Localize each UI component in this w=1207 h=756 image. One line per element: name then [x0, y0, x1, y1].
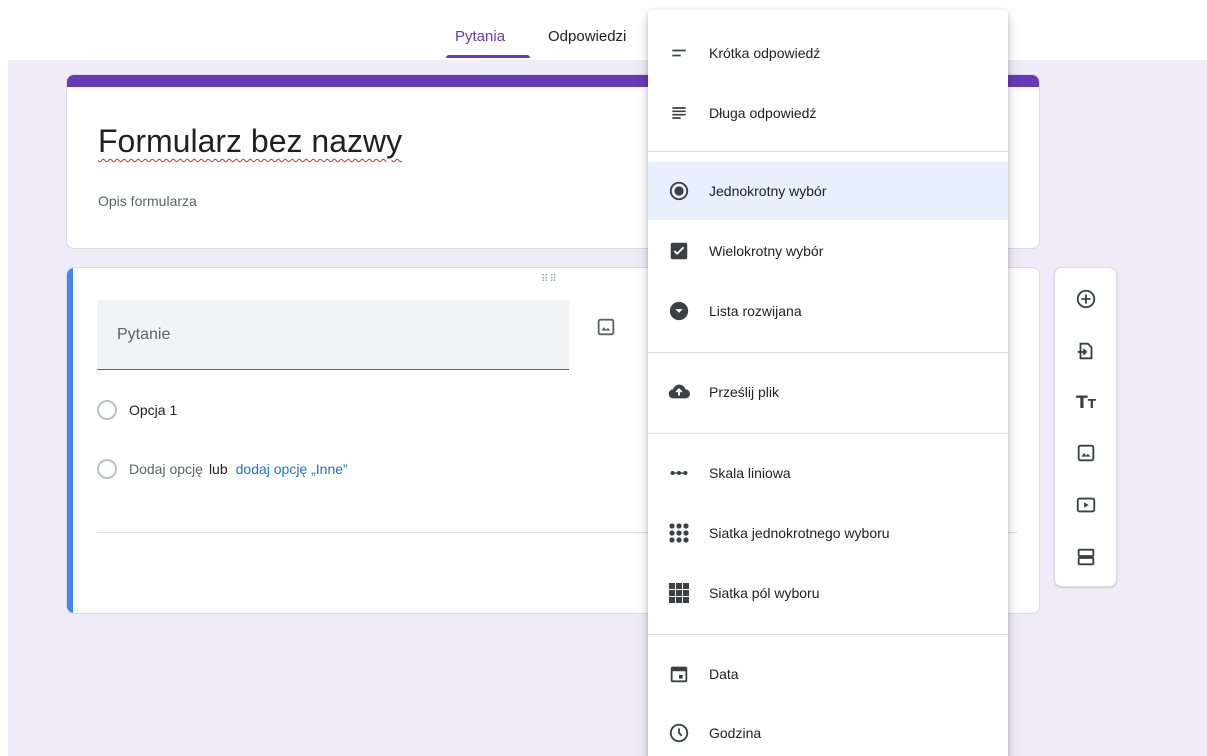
- menu-item-time[interactable]: Godzina: [648, 704, 1008, 756]
- menu-item-label: Data: [709, 666, 739, 682]
- menu-item-multiple-choice[interactable]: Jednokrotny wybór: [648, 162, 1008, 220]
- menu-item-label: Siatka pól wyboru: [709, 585, 820, 601]
- question-type-menu: Krótka odpowiedź Długa odpowiedź Jednokr…: [648, 10, 1008, 756]
- active-tab-indicator: [446, 55, 530, 58]
- add-option-link[interactable]: Dodaj opcję: [129, 461, 203, 477]
- add-section-icon[interactable]: [1074, 545, 1098, 569]
- menu-item-label: Wielokrotny wybór: [709, 243, 824, 259]
- menu-item-date[interactable]: Data: [648, 645, 1008, 703]
- menu-item-short-answer[interactable]: Krótka odpowiedź: [648, 24, 1008, 82]
- floating-toolbar: TT: [1054, 267, 1117, 587]
- active-question-stripe: [67, 268, 73, 613]
- grid-dots-icon: [667, 521, 691, 545]
- menu-item-paragraph[interactable]: Długa odpowiedź: [648, 84, 1008, 142]
- import-questions-icon[interactable]: [1074, 339, 1098, 363]
- form-description[interactable]: Opis formularza: [98, 193, 197, 209]
- paragraph-icon: [667, 101, 691, 125]
- linear-scale-icon: [667, 461, 691, 485]
- menu-divider: [648, 634, 1008, 635]
- menu-divider: [648, 433, 1008, 434]
- menu-item-label: Godzina: [709, 725, 762, 741]
- radio-icon: [97, 459, 117, 479]
- grid-squares-icon: [667, 581, 691, 605]
- menu-item-multiple-choice-grid[interactable]: Siatka jednokrotnego wyboru: [648, 504, 1008, 562]
- cloud-upload-icon: [667, 380, 691, 404]
- top-bar: Pytania Odpowiedzi: [0, 0, 1207, 60]
- radio-button-icon: [667, 179, 691, 203]
- menu-item-file-upload[interactable]: Prześlij plik: [648, 363, 1008, 421]
- menu-item-checkbox-grid[interactable]: Siatka pól wyboru: [648, 564, 1008, 622]
- option-label[interactable]: Opcja 1: [129, 402, 177, 418]
- menu-item-label: Lista rozwijana: [709, 303, 802, 319]
- menu-item-label: Długa odpowiedź: [709, 105, 817, 121]
- clock-icon: [667, 721, 691, 745]
- menu-item-label: Jednokrotny wybór: [709, 183, 827, 199]
- menu-item-checkboxes[interactable]: Wielokrotny wybór: [648, 222, 1008, 280]
- add-video-icon[interactable]: [1074, 493, 1098, 517]
- radio-icon: [97, 400, 117, 420]
- menu-item-label: Skala liniowa: [709, 465, 791, 481]
- menu-divider: [648, 352, 1008, 353]
- add-option-row: Dodaj opcję lub dodaj opcję „Inne”: [97, 459, 348, 479]
- add-question-icon[interactable]: [1074, 287, 1098, 311]
- add-image-icon[interactable]: [595, 316, 617, 338]
- menu-item-label: Prześlij plik: [709, 384, 780, 400]
- menu-item-label: Siatka jednokrotnego wyboru: [709, 525, 890, 541]
- dropdown-icon: [667, 299, 691, 323]
- question-input[interactable]: Pytanie: [97, 300, 569, 370]
- calendar-icon: [667, 662, 691, 686]
- short-text-icon: [667, 41, 691, 65]
- option-row: Opcja 1: [97, 400, 177, 420]
- add-image-icon[interactable]: [1074, 441, 1098, 465]
- checkbox-icon: [667, 239, 691, 263]
- add-title-icon[interactable]: TT: [1074, 391, 1098, 415]
- drag-handle-icon[interactable]: ⠿⠿: [541, 274, 558, 285]
- tab-responses[interactable]: Odpowiedzi: [548, 28, 626, 45]
- menu-item-linear-scale[interactable]: Skala liniowa: [648, 444, 1008, 502]
- or-text: lub: [208, 461, 228, 477]
- tab-questions[interactable]: Pytania: [455, 28, 505, 45]
- add-other-option-link[interactable]: dodaj opcję „Inne”: [236, 461, 348, 477]
- form-title[interactable]: Formularz bez nazwy: [98, 123, 402, 160]
- menu-item-label: Krótka odpowiedź: [709, 45, 821, 61]
- menu-item-dropdown[interactable]: Lista rozwijana: [648, 282, 1008, 340]
- menu-divider: [648, 151, 1008, 152]
